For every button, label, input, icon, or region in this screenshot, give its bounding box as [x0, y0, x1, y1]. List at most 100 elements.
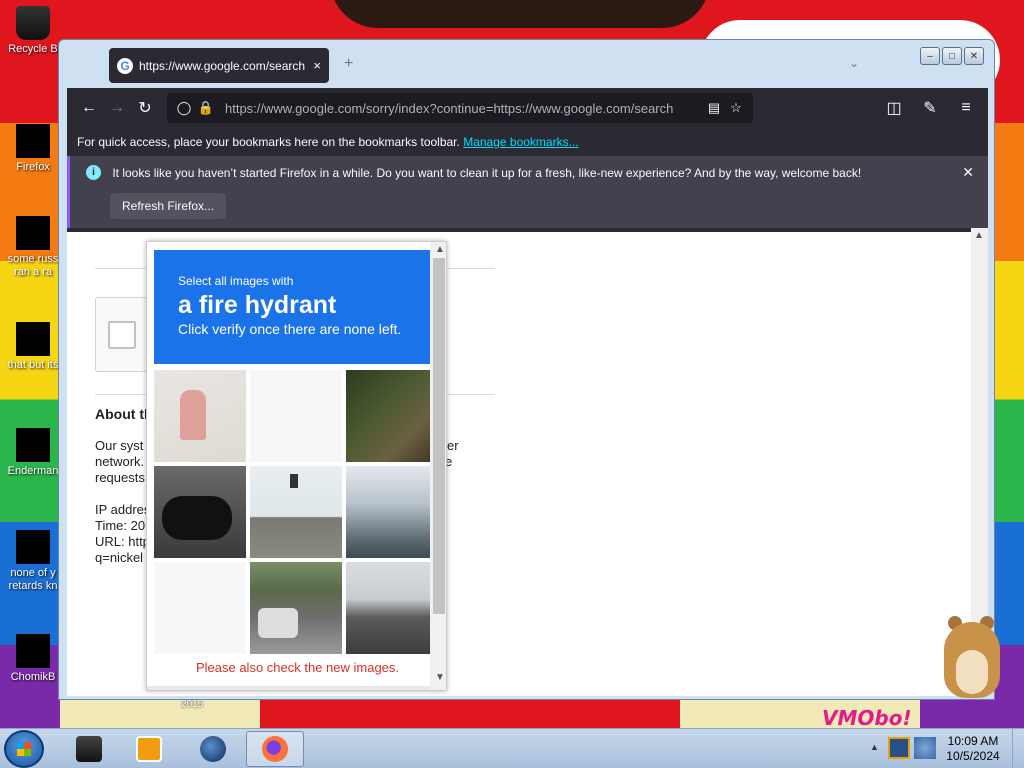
captcha-tile[interactable] [250, 370, 342, 462]
taskbar-app-media[interactable] [120, 731, 178, 767]
reader-view-icon[interactable]: ▤ [703, 100, 725, 116]
tray-app-icon[interactable] [888, 737, 910, 759]
maximize-button[interactable]: □ [942, 47, 962, 65]
page-line: requests [95, 470, 145, 485]
list-tabs-icon[interactable]: ⌄ [849, 56, 859, 70]
info-icon: i [86, 165, 101, 181]
captcha-image-grid [154, 370, 438, 654]
captcha-tile[interactable] [154, 370, 246, 462]
desktop-icon-label: some russ [7, 253, 59, 265]
desktop-icon-label: Enderman [7, 465, 59, 477]
desktop-icon-enderman[interactable]: Enderman [0, 428, 66, 478]
captcha-target: a fire hydrant [178, 291, 337, 319]
file-icon [16, 428, 50, 462]
firefox-icon [262, 736, 288, 762]
scroll-up-icon[interactable]: ▲ [974, 230, 984, 241]
desktop-icon-label: Recycle B [8, 43, 58, 55]
back-arrow-icon: ← [81, 99, 97, 116]
close-window-button[interactable]: ✕ [964, 47, 984, 65]
pocket-icon: ◫ [886, 100, 902, 117]
wallpaper-dark-shape [330, 0, 710, 28]
desktop-icon-label: none of y [10, 567, 56, 579]
taskbar-app-firefox[interactable] [246, 731, 304, 767]
lock-icon[interactable]: 🔒 [195, 100, 217, 116]
show-desktop-button[interactable] [1012, 729, 1024, 768]
tab-title: https://www.google.com/search [139, 58, 306, 73]
show-hidden-icons[interactable]: ▲ [870, 742, 879, 752]
puzzle-icon: ✎ [923, 100, 937, 117]
recycle-bin-icon [16, 6, 50, 40]
bookmarks-hint: For quick access, place your bookmarks h… [77, 135, 460, 149]
start-button[interactable] [4, 730, 44, 768]
scroll-up-icon[interactable]: ▲ [435, 244, 445, 255]
clock-time: 10:09 AM [947, 734, 999, 748]
url-text[interactable]: https://www.google.com/sorry/index?conti… [225, 101, 703, 116]
minimize-button[interactable]: – [920, 47, 940, 65]
globe-icon [200, 736, 226, 762]
captcha-tile[interactable] [346, 562, 438, 654]
hamburger-menu-icon: ≡ [961, 99, 971, 116]
toolbar-right: ◫ ✎ ≡ [880, 94, 980, 122]
captcha-tile[interactable] [154, 562, 246, 654]
tab-close-icon[interactable]: × [313, 58, 321, 73]
bookmark-star-icon[interactable]: ☆ [725, 100, 747, 116]
desktop-icon-label-line2: retards kn [8, 580, 58, 592]
captcha-tile[interactable] [346, 466, 438, 558]
desktop-icon-chomikb[interactable]: ChomikB [0, 634, 66, 684]
forward-button[interactable]: → [103, 94, 131, 122]
wallpaper-year: 2015 [181, 699, 204, 710]
desktop-icon-firefox[interactable]: Firefox [0, 124, 66, 174]
reload-button[interactable]: ↻ [131, 94, 159, 122]
network-icon[interactable] [914, 737, 936, 759]
captcha-hscrollbar[interactable] [147, 686, 430, 690]
desktop-icon-label: ChomikB [10, 671, 56, 683]
captcha-challenge: Select all images with a fire hydrant Cl… [146, 241, 447, 691]
manage-bookmarks-link[interactable]: Manage bookmarks... [463, 135, 578, 149]
extensions-button[interactable]: ✎ [916, 94, 944, 122]
forward-arrow-icon: → [109, 99, 125, 116]
clock[interactable]: 10:09 AM 10/5/2024 [942, 734, 1004, 764]
refresh-notification-bar: i It looks like you haven’t started Fire… [67, 156, 988, 228]
back-button[interactable]: ← [75, 94, 103, 122]
taskbar-app-cmd[interactable] [60, 731, 118, 767]
page-fragment: er [447, 438, 459, 453]
captcha-tile[interactable] [154, 466, 246, 558]
notification-text: It looks like you haven’t started Firefo… [112, 165, 862, 180]
page-line: Time: 20 [95, 518, 146, 533]
page-line: Our syst [95, 438, 144, 453]
taskbar-app-globe[interactable] [184, 731, 242, 767]
desktop-icon-some-russ[interactable]: some russ ran a ra [0, 216, 66, 279]
shield-icon[interactable]: ◯ [173, 100, 195, 116]
desktop-icon-label-line2: ran a ra [14, 266, 52, 278]
recaptcha-checkbox[interactable] [108, 321, 136, 349]
file-icon [16, 634, 50, 668]
captcha-select-text: Select all images with [178, 274, 294, 288]
notification-close-icon[interactable]: ✕ [962, 164, 974, 181]
desktop-icon-label: Firefox [16, 161, 50, 173]
captcha-tile[interactable] [250, 466, 342, 558]
terminal-icon [76, 736, 102, 762]
window-controls: – □ ✕ [920, 47, 984, 65]
url-bar[interactable]: ◯ 🔒 https://www.google.com/sorry/index?c… [167, 93, 753, 123]
scroll-thumb[interactable] [433, 258, 445, 614]
new-tab-button[interactable]: + [344, 55, 353, 73]
captcha-header: Select all images with a fire hydrant Cl… [154, 250, 430, 364]
page-line: q=nickel [95, 550, 144, 565]
clock-date: 10/5/2024 [946, 749, 1000, 763]
desktop-icon-none-of-y[interactable]: none of y retards kn [0, 530, 66, 593]
about-heading: About th [95, 406, 153, 422]
wallpaper-text: VMObo! [822, 706, 912, 730]
refresh-firefox-button[interactable]: Refresh Firefox... [110, 193, 227, 219]
window-titlebar[interactable]: G https://www.google.com/search × + ⌄ – … [59, 40, 994, 88]
captcha-tile[interactable] [346, 370, 438, 462]
hamster-desktop-pet[interactable] [938, 610, 1008, 700]
captcha-scrollbar[interactable]: ▲ ▼ [430, 242, 446, 690]
desktop-icon-that-but-its[interactable]: that but its [0, 322, 66, 372]
pocket-button[interactable]: ◫ [880, 94, 908, 122]
scroll-down-icon[interactable]: ▼ [435, 672, 445, 683]
captcha-tile[interactable] [250, 562, 342, 654]
file-icon [16, 216, 50, 250]
menu-button[interactable]: ≡ [952, 94, 980, 122]
desktop-icon-recycle-bin[interactable]: Recycle B [0, 6, 66, 56]
browser-tab[interactable]: G https://www.google.com/search × [109, 48, 329, 83]
